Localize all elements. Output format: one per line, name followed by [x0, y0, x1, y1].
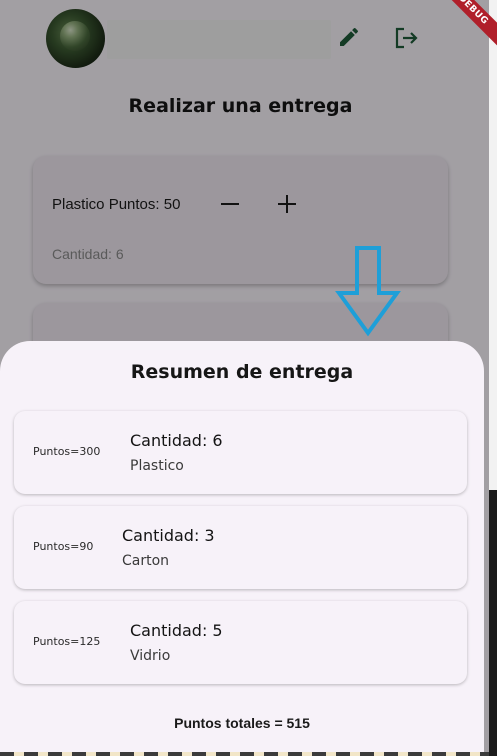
item-points: Puntos=300	[33, 445, 101, 458]
item-quantity: Cantidad: 5	[130, 621, 223, 640]
item-points: Puntos=125	[33, 635, 101, 648]
sheet-title: Resumen de entrega	[130, 361, 354, 383]
summary-item: Puntos=125 Cantidad: 5 Vidrio	[14, 601, 467, 684]
summary-item: Puntos=300 Cantidad: 6 Plastico	[14, 411, 467, 494]
item-points: Puntos=90	[33, 540, 94, 553]
item-material: Vidrio	[130, 648, 171, 664]
total-points: Puntos totales = 515	[174, 715, 310, 731]
item-material: Carton	[122, 553, 170, 569]
item-quantity: Cantidad: 6	[130, 431, 223, 450]
down-arrow-icon	[335, 246, 401, 337]
item-quantity: Cantidad: 3	[122, 526, 215, 545]
summary-item: Puntos=90 Cantidad: 3 Carton	[14, 506, 467, 589]
item-material: Plastico	[130, 458, 184, 474]
window-edge	[489, 0, 497, 756]
bottom-sheet: Resumen de entrega Puntos=300 Cantidad: …	[0, 341, 484, 756]
bottom-dashed-border	[0, 752, 489, 756]
debug-banner: DEBUG	[437, 0, 497, 60]
